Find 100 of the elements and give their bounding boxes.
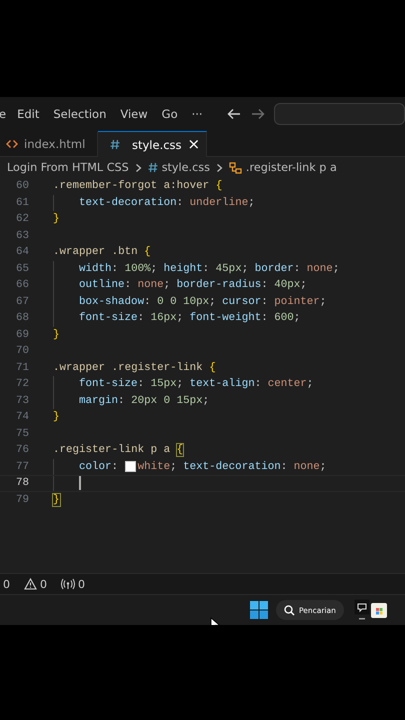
line-number: 79 <box>14 494 29 506</box>
hash-icon <box>148 162 158 173</box>
css-property: font-size <box>79 378 138 390</box>
line-number: 64 <box>14 246 29 258</box>
punctuation: ; <box>209 296 217 308</box>
punctuation: ; <box>150 262 158 275</box>
css-value: 100% <box>124 262 151 275</box>
punctuation: : <box>118 394 126 407</box>
punctuation: ; <box>294 312 300 324</box>
punctuation: ; <box>242 262 250 275</box>
close-button[interactable]: × <box>188 137 200 152</box>
punctuation: ; <box>306 378 314 390</box>
brace: } <box>53 494 60 506</box>
css-value: underline <box>190 196 248 209</box>
css-value: white <box>138 460 170 473</box>
line-number: 71 <box>14 362 29 374</box>
css-property: border-radius <box>176 279 262 292</box>
css-value: 15px <box>150 378 177 390</box>
line-number: 75 <box>14 428 29 440</box>
line-number: 77 <box>14 460 29 473</box>
brace: { <box>216 180 222 192</box>
antenna-icon[interactable] <box>61 578 75 590</box>
css-value: pointer <box>274 296 320 308</box>
line-number: 76 <box>14 444 29 456</box>
menu-item[interactable]: e <box>0 107 6 121</box>
css-property: text-decoration <box>79 196 177 209</box>
status-count[interactable]: 0 <box>3 578 10 590</box>
line-number: 66 <box>14 279 29 292</box>
text-cursor <box>79 476 80 490</box>
menu-item[interactable]: Edit <box>17 107 40 121</box>
brace: { <box>176 444 184 456</box>
css-property: margin <box>79 394 118 407</box>
punctuation: : <box>294 262 302 275</box>
warning-icon[interactable] <box>24 578 37 590</box>
css-selector: .wrapper .register-link <box>53 362 204 374</box>
symbol-icon <box>228 162 242 174</box>
line-number: 65 <box>14 262 29 275</box>
punctuation: : <box>124 279 132 292</box>
punctuation: : <box>144 296 152 308</box>
css-selector: .register-link p a <box>53 444 172 456</box>
app-window-icon[interactable] <box>354 599 370 621</box>
punctuation: : <box>261 312 269 324</box>
css-value: 40px <box>274 279 300 292</box>
punctuation: ; <box>320 296 326 308</box>
punctuation: : <box>202 262 210 275</box>
line-number: 60 <box>14 180 29 192</box>
line-number: 74 <box>14 411 29 424</box>
css-property: outline <box>79 279 125 292</box>
windows-logo-icon[interactable] <box>249 600 269 620</box>
status-count[interactable]: 0 <box>78 578 85 590</box>
css-selector: .wrapper .btn <box>53 246 139 258</box>
css-value: center <box>268 378 307 390</box>
css-property: cursor <box>222 296 262 308</box>
line-number: 78 <box>14 477 29 490</box>
breadcrumb-item[interactable]: .register-link p a <box>246 161 337 174</box>
punctuation: : <box>280 460 288 473</box>
line-number: 72 <box>14 378 29 390</box>
brace: } <box>53 411 60 424</box>
breadcrumb-item[interactable]: style.css <box>162 161 210 174</box>
back-arrow-icon[interactable] <box>226 108 241 120</box>
brace: } <box>53 213 60 226</box>
css-value: 45px <box>216 262 242 275</box>
css-property: box-shadow <box>79 296 144 308</box>
css-selector: .remember-forgot a:hover <box>53 180 210 192</box>
punctuation: : <box>112 460 120 473</box>
forward-arrow-icon[interactable] <box>250 108 265 120</box>
chevron-icon <box>216 162 223 172</box>
css-value: none <box>138 279 164 292</box>
menu-item[interactable]: View <box>120 107 148 121</box>
line-number: 61 <box>14 196 29 209</box>
store-bag-icon[interactable] <box>370 601 388 619</box>
punctuation: ; <box>248 196 255 209</box>
line-number: 62 <box>14 213 29 226</box>
css-value: none <box>294 460 320 473</box>
menu-item[interactable]: Selection <box>53 107 106 121</box>
punctuation: ; <box>202 394 210 407</box>
breadcrumb-item[interactable]: Login From HTML CSS <box>7 161 129 174</box>
css-value: 0 0 10px <box>157 296 210 308</box>
css-value: none <box>306 262 333 275</box>
css-property: color <box>79 460 112 473</box>
punctuation: : <box>261 279 269 292</box>
menu-item[interactable]: Go <box>162 107 178 121</box>
css-value: 16px <box>150 312 177 324</box>
brace: { <box>144 246 151 258</box>
line-number: 73 <box>14 394 29 407</box>
color-swatch[interactable] <box>124 461 136 472</box>
command-center-field[interactable] <box>274 103 405 125</box>
menu-item[interactable]: ··· <box>192 107 203 121</box>
editor-tab[interactable]: style.css × <box>98 131 207 157</box>
punctuation: : <box>254 378 262 390</box>
css-property: border <box>254 262 294 275</box>
punctuation: : <box>138 378 146 390</box>
css-value: 20px 0 15px <box>131 394 203 407</box>
punctuation: ; <box>170 460 178 473</box>
line-number: 68 <box>14 312 29 324</box>
line-number: 70 <box>14 345 29 358</box>
status-count[interactable]: 0 <box>40 578 47 590</box>
line-number: 67 <box>14 296 29 308</box>
css-property: text-align <box>190 378 255 390</box>
search-icon <box>284 604 295 616</box>
